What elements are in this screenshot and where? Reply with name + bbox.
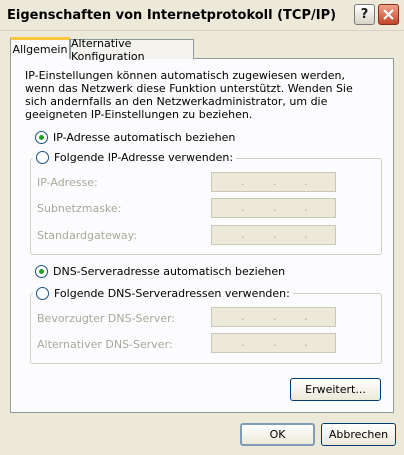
- tab-allgemein-label: Allgemein: [12, 43, 68, 56]
- default-gateway-input[interactable]: . . .: [211, 225, 336, 245]
- cancel-button-label: Abbrechen: [328, 428, 389, 441]
- dns-manual-radio[interactable]: [36, 287, 49, 300]
- dns-auto-radio[interactable]: [35, 265, 48, 278]
- dns-manual-label: Folgende DNS-Serveradressen verwenden:: [54, 287, 290, 300]
- ip-manual-option[interactable]: Folgende IP-Adresse verwenden:: [33, 151, 237, 164]
- ip-separator: .: [241, 310, 245, 323]
- tab-alternative-konfiguration-label: Alternative Konfiguration: [71, 36, 145, 63]
- ip-manual-radio[interactable]: [36, 151, 49, 164]
- dns-auto-label: DNS-Serveradresse automatisch beziehen: [53, 265, 286, 278]
- default-gateway-label: Standardgateway:: [37, 229, 137, 242]
- cancel-button[interactable]: Abbrechen: [321, 423, 396, 446]
- ip-separator: .: [273, 201, 277, 214]
- ip-separator: .: [273, 310, 277, 323]
- ip-separator: .: [241, 201, 245, 214]
- ip-separator: .: [273, 175, 277, 188]
- ip-separator: .: [241, 175, 245, 188]
- title-bar: Eigenschaften von Internetprotokoll (TCP…: [0, 0, 404, 31]
- advanced-button-label: Erweitert...: [305, 383, 366, 396]
- ip-auto-label: IP-Adresse automatisch beziehen: [53, 131, 236, 144]
- ip-auto-radio[interactable]: [35, 131, 48, 144]
- ip-separator: .: [304, 201, 308, 214]
- ok-button[interactable]: OK: [240, 423, 315, 446]
- ip-separator: .: [304, 228, 308, 241]
- ip-auto-option[interactable]: IP-Adresse automatisch beziehen: [35, 131, 235, 144]
- ip-separator: .: [304, 310, 308, 323]
- ok-button-label: OK: [269, 428, 286, 441]
- tab-allgemein[interactable]: Allgemein: [10, 37, 70, 59]
- window-title: Eigenschaften von Internetprotokoll (TCP…: [7, 8, 337, 23]
- dns-manual-group: [30, 293, 382, 364]
- ip-separator: .: [241, 336, 245, 349]
- help-button[interactable]: ?: [354, 4, 375, 25]
- alternate-dns-label: Alternativer DNS-Server:: [37, 338, 173, 351]
- ip-separator: .: [304, 175, 308, 188]
- ip-separator: .: [273, 336, 277, 349]
- help-icon: ?: [360, 7, 369, 22]
- dns-manual-option[interactable]: Folgende DNS-Serveradressen verwenden:: [33, 287, 293, 300]
- ip-address-label: IP-Adresse:: [37, 176, 98, 189]
- alternate-dns-input[interactable]: . . .: [211, 333, 336, 353]
- dns-auto-option[interactable]: DNS-Serveradresse automatisch beziehen: [35, 265, 285, 278]
- ip-address-input[interactable]: . . .: [211, 172, 336, 192]
- intro-text: IP-Einstellungen können automatisch zuge…: [25, 69, 353, 121]
- preferred-dns-input[interactable]: . . .: [211, 307, 336, 327]
- close-icon: [383, 9, 394, 20]
- ip-separator: .: [241, 228, 245, 241]
- advanced-button[interactable]: Erweitert...: [290, 378, 381, 401]
- preferred-dns-label: Bevorzugter DNS-Server:: [37, 312, 176, 325]
- ip-separator: .: [273, 228, 277, 241]
- ip-manual-label: Folgende IP-Adresse verwenden:: [54, 151, 234, 164]
- subnet-mask-input[interactable]: . . .: [211, 198, 336, 218]
- close-button[interactable]: [378, 4, 399, 25]
- subnet-mask-label: Subnetzmaske:: [37, 202, 122, 215]
- tab-panel-allgemein: IP-Einstellungen können automatisch zuge…: [10, 58, 394, 413]
- ip-separator: .: [304, 336, 308, 349]
- tab-alternative-konfiguration[interactable]: Alternative Konfiguration: [70, 37, 194, 63]
